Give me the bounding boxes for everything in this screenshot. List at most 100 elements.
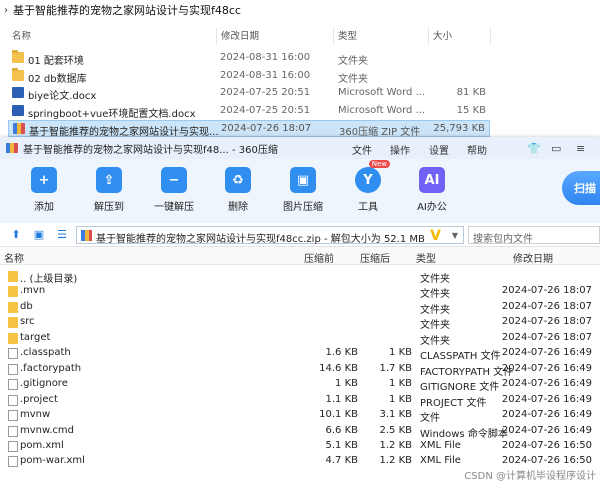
entry-type: XML File xyxy=(420,439,461,451)
add-button[interactable]: + 添加 xyxy=(14,167,74,213)
menu-operate[interactable]: 操作 xyxy=(390,142,410,157)
file-date: 2024-08-31 16:00 xyxy=(220,52,311,63)
entry-date: 2024-07-26 16:49 xyxy=(501,362,592,374)
ai-office-button[interactable]: AI AI办公 xyxy=(402,167,462,213)
entry-name: .gitignore xyxy=(20,378,68,390)
zip-toolbar: + 添加 ⇪ 解压到 − 一键解压 ♻ 删除 ▣ 图片压缩 Y New 工具 A… xyxy=(0,159,600,223)
menu-settings[interactable]: 设置 xyxy=(429,142,449,157)
entry-compressed-size: 1.7 KB xyxy=(379,362,413,374)
entry-type: Windows 命令脚本 xyxy=(420,428,508,440)
column-original-size[interactable]: 压缩前 xyxy=(304,250,334,265)
archive-entry-row[interactable]: mvnw 10.1 KB 3.1 KB 文件 2024-07-26 16:49 xyxy=(0,408,600,424)
column-modified-date[interactable]: 修改日期 xyxy=(513,250,553,265)
entry-type: 文件夹 xyxy=(420,289,450,301)
address-bar: ⬆ ▣ ☰ 基于智能推荐的宠物之家网站设计与实现f48cc.zip - 解包大小… xyxy=(0,223,600,247)
archive-entry-row[interactable]: .classpath 1.6 KB 1 KB CLASSPATH 文件 2024-07-… xyxy=(0,346,600,363)
archive-entry-row[interactable]: mvnw.cmd 6.6 KB 2.5 KB Windows 命令脚本 2024-07-… xyxy=(0,424,600,440)
explorer-file-row[interactable]: 02 db数据库 2024-08-31 16:00 文件夹 xyxy=(8,67,490,85)
entry-compressed-size: 1.2 KB xyxy=(379,455,413,467)
delete-button[interactable]: ♻ 删除 xyxy=(208,167,268,213)
menu-hamburger-icon[interactable]: ≡ xyxy=(576,142,585,155)
folder-icon xyxy=(8,286,18,298)
column-type[interactable]: 类型 xyxy=(416,250,436,265)
skin-shirt-icon[interactable]: 👕 xyxy=(527,142,541,155)
archive-entry-row[interactable]: .project 1.1 KB 1 KB PROJECT 文件 2024-07-26 1… xyxy=(0,393,600,409)
add-label: 添加 xyxy=(34,202,54,213)
entry-compressed-size: 1 KB xyxy=(389,347,412,359)
entry-original-size: 1.1 KB xyxy=(325,393,359,405)
column-size[interactable]: 大小 xyxy=(433,28,452,42)
file-name: springboot+vue环境配置文档.docx xyxy=(28,108,196,120)
column-compressed-size[interactable]: 压缩后 xyxy=(360,250,390,265)
archive-entry-row[interactable]: .gitignore 1 KB 1 KB GITIGNORE 文件 2024-07-26… xyxy=(0,377,600,393)
file-type: Microsoft Word ... xyxy=(338,87,426,99)
column-type[interactable]: 类型 xyxy=(338,28,357,42)
archive-entry-row[interactable]: target 文件夹 2024-07-26 18:07 xyxy=(0,331,600,347)
entry-date: 2024-07-26 18:07 xyxy=(501,316,592,328)
add-icon: + xyxy=(31,167,57,193)
entry-original-size: 4.7 KB xyxy=(325,455,359,467)
entry-name: pom-war.xml xyxy=(20,455,85,467)
zip-viewer-window: 基于智能推荐的宠物之家网站设计与实现f48... - 360压缩 文件 操作 设… xyxy=(0,137,600,485)
archive-entry-row[interactable]: pom.xml 5.1 KB 1.2 KB XML File 2024-07-26 16… xyxy=(0,439,600,454)
archive-entry-row[interactable]: .mvn 文件夹 2024-07-26 18:07 xyxy=(0,284,600,301)
entry-date: 2024-07-26 16:50 xyxy=(501,455,592,467)
file-type: Microsoft Word ... xyxy=(338,104,426,116)
scan-button[interactable]: 扫描 xyxy=(562,171,600,205)
entry-date: 2024-07-26 18:07 xyxy=(501,285,592,297)
dropdown-arrow-icon[interactable]: ▼ xyxy=(452,231,458,240)
explorer-file-row[interactable]: 基于智能推荐的宠物之家网站设计与实现... 2024-07-26 18:07 360… xyxy=(8,120,490,138)
entry-date: 2024-07-26 16:49 xyxy=(501,393,592,405)
explorer-file-row[interactable]: springboot+vue环境配置文档.docx 2024-07-25 20:5… xyxy=(8,103,490,120)
chevron-right-icon[interactable]: › xyxy=(4,5,8,16)
folder-icon xyxy=(12,67,24,81)
file-icon xyxy=(8,456,18,468)
recycle-bin-icon: ♻ xyxy=(225,167,251,193)
archive-path-field[interactable]: 基于智能推荐的宠物之家网站设计与实现f48cc.zip - 解包大小为 52.1… xyxy=(76,226,464,245)
file-date: 2024-07-26 18:07 xyxy=(221,123,312,135)
entry-type: CLASSPATH 文件 xyxy=(420,351,501,363)
entry-original-size: 1.6 KB xyxy=(325,347,359,359)
tools-label: 工具 xyxy=(358,202,378,213)
entry-compressed-size: 1 KB xyxy=(389,393,412,405)
explorer-file-row[interactable]: 01 配套环境 2024-08-31 16:00 文件夹 xyxy=(8,50,490,67)
archive-entry-row[interactable]: db 文件夹 2024-07-26 18:07 xyxy=(0,300,600,316)
menu-help[interactable]: 帮助 xyxy=(467,142,487,157)
search-input[interactable]: 搜索包内文件 xyxy=(468,226,600,245)
file-icon xyxy=(8,379,18,391)
extract-to-button[interactable]: ⇪ 解压到 xyxy=(79,167,139,213)
ai-office-icon: AI xyxy=(419,167,445,193)
folder-icon xyxy=(8,301,18,313)
folder-icon xyxy=(8,317,18,329)
entry-name: .factorypath xyxy=(20,362,82,374)
entry-date: 2024-07-26 16:50 xyxy=(501,439,592,451)
entry-name: mvnw.cmd xyxy=(20,424,75,436)
file-date: 2024-08-31 16:00 xyxy=(220,69,311,81)
list-view-icon[interactable]: ☰ xyxy=(56,229,68,241)
archive-entry-row[interactable]: .. (上级目录) 文件夹 xyxy=(0,269,600,285)
entry-type: 文件夹 xyxy=(420,320,450,332)
menu-file[interactable]: 文件 xyxy=(352,142,372,157)
zip-titlebar: 基于智能推荐的宠物之家网站设计与实现f48... - 360压缩 文件 操作 设… xyxy=(0,137,600,159)
new-badge: New xyxy=(368,160,390,168)
file-icon xyxy=(8,363,18,375)
tools-button[interactable]: Y New 工具 xyxy=(338,160,398,213)
one-click-extract-button[interactable]: − 一键解压 xyxy=(144,167,204,213)
chat-bubble-icon[interactable]: ▭ xyxy=(551,142,561,155)
tools-icon: Y New xyxy=(355,160,390,193)
explorer-file-row[interactable]: biye论文.docx 2024-07-25 20:51 Microsoft Wor… xyxy=(8,85,490,102)
view-toggle-icon[interactable]: ▣ xyxy=(33,229,45,241)
folder-icon xyxy=(12,50,24,63)
entry-type: PROJECT 文件 xyxy=(420,397,487,409)
column-name[interactable]: 名称 xyxy=(12,28,31,42)
extract-to-label: 解压到 xyxy=(94,202,124,213)
up-arrow-icon[interactable]: ⬆ xyxy=(10,229,22,241)
column-date[interactable]: 修改日期 xyxy=(221,28,259,42)
v-logo-icon[interactable]: V xyxy=(430,228,441,244)
archive-entry-row[interactable]: src 文件夹 2024-07-26 18:07 xyxy=(0,315,600,332)
image-compress-icon: ▣ xyxy=(290,167,316,193)
entry-date: 2024-07-26 16:49 xyxy=(501,424,592,436)
archive-entry-row[interactable]: .factorypath 14.6 KB 1.7 KB FACTORYPATH 文件 2… xyxy=(0,362,600,378)
column-name[interactable]: 名称 xyxy=(4,250,24,265)
image-compress-button[interactable]: ▣ 图片压缩 xyxy=(273,167,333,213)
